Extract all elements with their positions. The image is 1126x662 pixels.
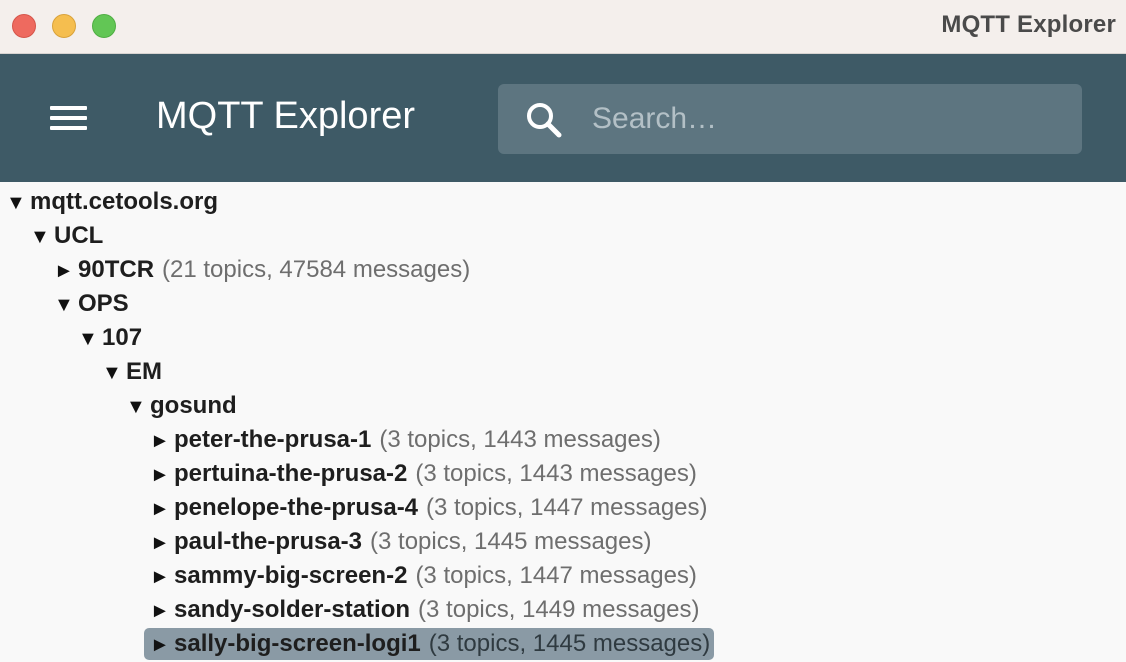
tree-node[interactable]: ▼ mqtt.cetools.org xyxy=(6,186,218,218)
tree-node-label: gosund xyxy=(150,392,237,419)
collapsed-arrow-icon[interactable]: ► xyxy=(150,425,174,457)
collapsed-arrow-icon[interactable]: ► xyxy=(150,561,174,593)
expanded-arrow-icon[interactable]: ▼ xyxy=(6,187,30,219)
tree-node[interactable]: ▼ EM xyxy=(102,356,162,388)
tree-node-label: pertuina-the-prusa-2 xyxy=(174,460,408,487)
tree-node-label: paul-the-prusa-3 xyxy=(174,528,363,555)
expanded-arrow-icon[interactable]: ▼ xyxy=(54,289,78,321)
tree-node-label: EM xyxy=(126,358,162,385)
tree-node-label: peter-the-prusa-1 xyxy=(174,426,372,453)
tree-node-label: OPS xyxy=(78,290,129,317)
tree-node[interactable]: ► pertuina-the-prusa-2 (3 topics, 1443 mes… xyxy=(150,458,697,490)
tree-node[interactable]: ► sammy-big-screen-2 (3 topics, 1447 messa… xyxy=(150,560,697,592)
collapsed-arrow-icon[interactable]: ► xyxy=(54,255,78,287)
tree-node-label: penelope-the-prusa-4 xyxy=(174,494,419,521)
tree-node[interactable]: ▼ gosund xyxy=(126,390,237,422)
tree-node[interactable]: ▼ 107 xyxy=(78,322,142,354)
tree-node-stats: (3 topics, 1449 messages) xyxy=(418,596,700,623)
collapsed-arrow-icon[interactable]: ► xyxy=(150,629,174,661)
tree-node-label: mqtt.cetools.org xyxy=(30,188,219,215)
tree-node[interactable]: ▼ UCL xyxy=(30,220,103,252)
expanded-arrow-icon[interactable]: ▼ xyxy=(102,357,126,389)
tree-node-stats: (3 topics, 1447 messages) xyxy=(415,562,697,589)
tree-node[interactable]: ► paul-the-prusa-3 (3 topics, 1445 message… xyxy=(150,526,652,558)
expanded-arrow-icon[interactable]: ▼ xyxy=(30,221,54,253)
tree-node-label: sandy-solder-station xyxy=(174,596,411,623)
window-title: MQTT Explorer xyxy=(941,11,1116,38)
tree-node-stats: (3 topics, 1443 messages) xyxy=(415,460,697,487)
tree-node[interactable]: ► sally-big-screen-logi1 (3 topics, 1445 m… xyxy=(144,628,715,661)
app-title: MQTT Explorer xyxy=(156,95,416,137)
tree-node-stats: (3 topics, 1443 messages) xyxy=(379,426,661,453)
tree-node-label: 107 xyxy=(102,324,143,351)
hamburger-menu-icon[interactable] xyxy=(50,106,87,130)
tree-node-stats: (21 topics, 47584 messages) xyxy=(162,256,471,283)
collapsed-arrow-icon[interactable]: ► xyxy=(150,527,174,559)
tree-node-stats: (3 topics, 1445 messages) xyxy=(370,528,652,555)
collapsed-arrow-icon[interactable]: ► xyxy=(150,459,174,491)
tree-node[interactable]: ► sandy-solder-station (3 topics, 1449 mes… xyxy=(150,594,700,626)
tree-node[interactable]: ► peter-the-prusa-1 (3 topics, 1443 messag… xyxy=(150,424,661,456)
tree-node-stats: (3 topics, 1445 messages) xyxy=(428,630,711,657)
collapsed-arrow-icon[interactable]: ► xyxy=(150,595,174,627)
tree-node-label: sammy-big-screen-2 xyxy=(174,562,408,589)
search-icon xyxy=(527,103,562,138)
tree-node-label: UCL xyxy=(54,222,104,249)
search-input[interactable] xyxy=(592,84,1062,154)
collapsed-arrow-icon[interactable]: ► xyxy=(150,493,174,525)
tree-node-label: 90TCR xyxy=(78,256,155,283)
expanded-arrow-icon[interactable]: ▼ xyxy=(126,391,150,423)
app-bar: MQTT Explorer xyxy=(0,54,1126,182)
maximize-window-button[interactable] xyxy=(92,14,116,38)
tree-node[interactable]: ▼ OPS xyxy=(54,288,129,320)
search-box[interactable] xyxy=(498,84,1082,154)
tree-node[interactable]: ► 90TCR (21 topics, 47584 messages) xyxy=(54,254,470,286)
minimize-window-button[interactable] xyxy=(52,14,76,38)
close-window-button[interactable] xyxy=(12,14,36,38)
topic-tree: ▼ mqtt.cetools.org ▼ UCL ► 90TCR (21 topics, 4… xyxy=(0,182,1126,662)
tree-node-label: sally-big-screen-logi1 xyxy=(174,630,421,657)
tree-node-stats: (3 topics, 1447 messages) xyxy=(426,494,708,521)
window-titlebar: MQTT Explorer xyxy=(0,0,1126,54)
tree-node[interactable]: ► penelope-the-prusa-4 (3 topics, 1447 mes… xyxy=(150,492,708,524)
expanded-arrow-icon[interactable]: ▼ xyxy=(78,323,102,355)
